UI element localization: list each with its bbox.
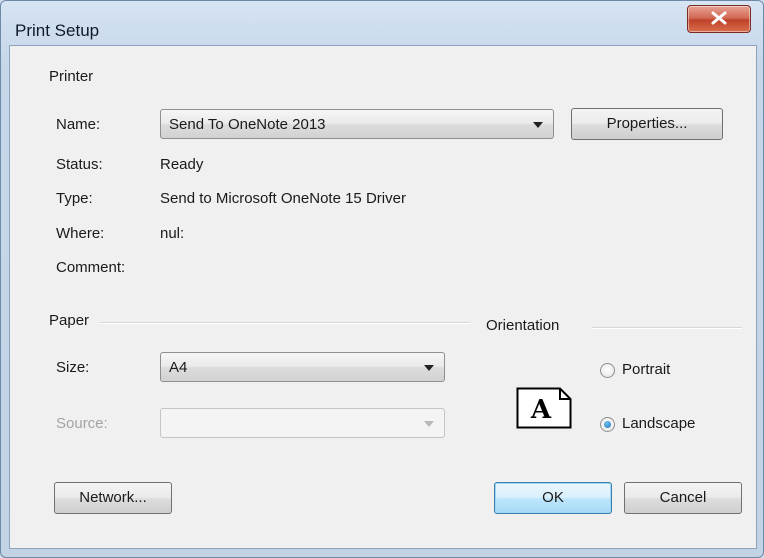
title-bar: Print Setup [1,1,764,45]
type-value: Send to Microsoft OneNote 15 Driver [160,190,406,207]
portrait-label[interactable]: Portrait [622,361,670,378]
where-label: Where: [56,225,105,242]
landscape-page-icon: A [516,387,572,429]
where-value: nul: [160,225,185,242]
orientation-group-title: Orientation [486,317,560,334]
paper-source-select[interactable] [160,408,445,438]
window-title: Print Setup [15,21,100,40]
orientation-icon-letter: A [530,395,552,425]
chevron-down-icon [533,122,543,128]
dialog-body: Printer Name: Send To OneNote 2013 Prope… [9,45,757,549]
portrait-radio[interactable] [600,363,615,378]
source-label: Source: [56,415,108,432]
chevron-down-icon [424,365,434,371]
dialog-window: Print Setup Printer Name: Send To OneNot… [0,0,764,558]
status-label: Status: [56,156,103,173]
cancel-button[interactable]: Cancel [624,482,742,514]
close-icon [711,11,727,25]
status-value: Ready [160,156,204,173]
properties-button[interactable]: Properties... [571,108,723,140]
close-button[interactable] [687,5,751,33]
paper-group-divider [100,322,470,324]
network-button[interactable]: Network... [54,482,172,514]
printer-group-title: Printer [49,68,94,85]
type-label: Type: [56,190,93,207]
landscape-radio[interactable] [600,417,615,432]
paper-size-value: A4 [169,359,188,376]
landscape-label[interactable]: Landscape [622,415,695,432]
printer-name-value: Send To OneNote 2013 [169,116,326,133]
size-label: Size: [56,359,90,376]
chevron-down-icon [424,421,434,427]
comment-label: Comment: [56,259,126,276]
printer-name-select[interactable]: Send To OneNote 2013 [160,109,554,139]
paper-size-select[interactable]: A4 [160,352,445,382]
name-label: Name: [56,116,101,133]
orientation-group-divider [592,327,742,329]
paper-group-title: Paper [49,312,90,329]
ok-button[interactable]: OK [494,482,612,514]
